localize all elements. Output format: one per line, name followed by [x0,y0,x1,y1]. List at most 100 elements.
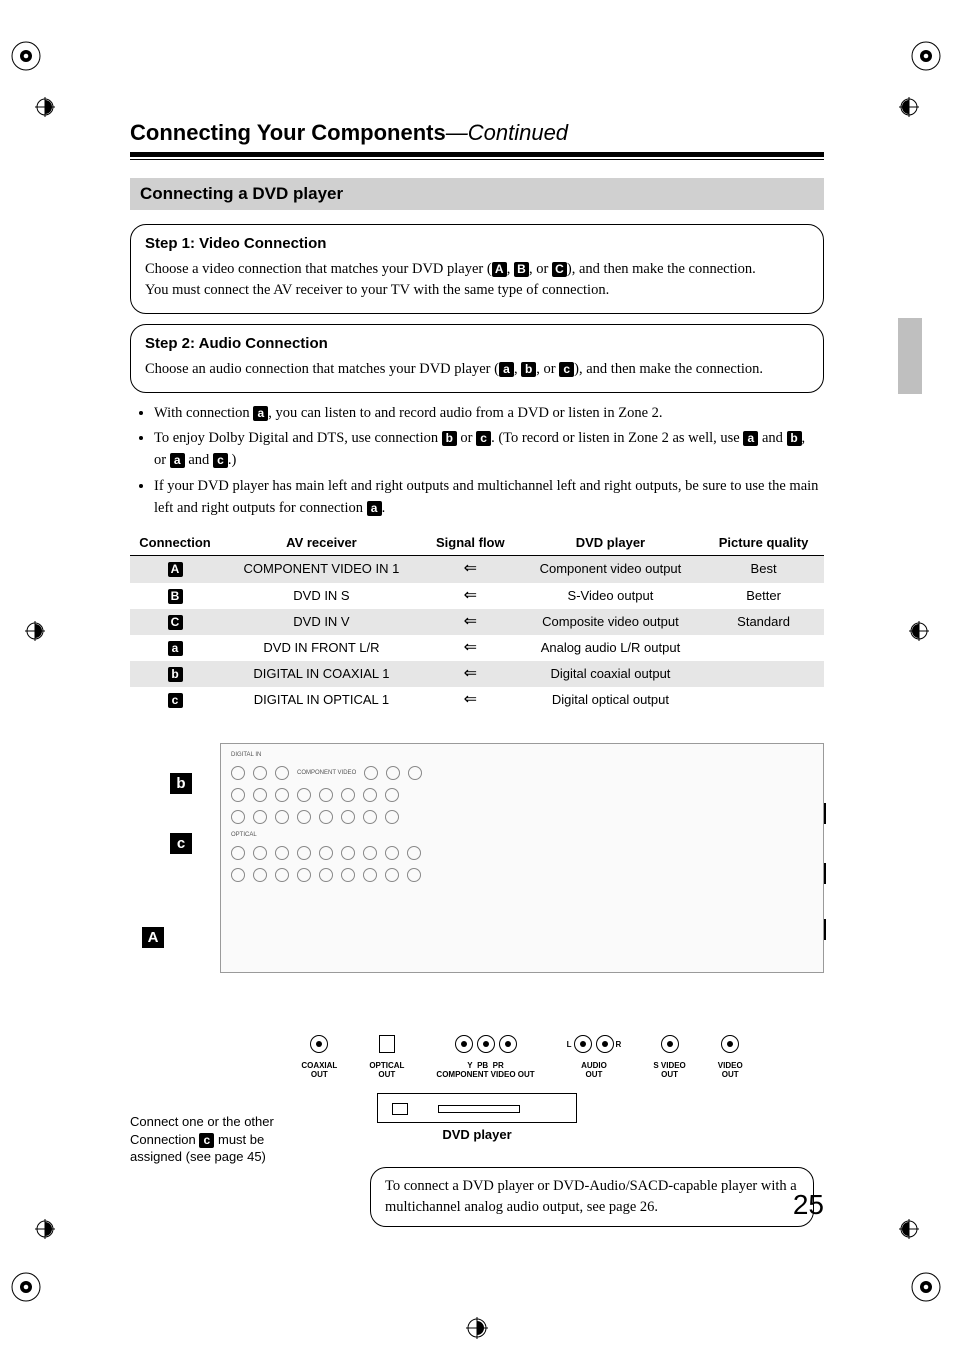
tag-b: b [787,431,802,446]
tag-c: c [168,693,183,708]
tag-B: B [514,262,529,277]
step2-body: Choose an audio connection that matches … [145,359,809,380]
cell-quality: Best [703,556,824,583]
cell-player: Analog audio L/R output [518,635,703,661]
horizontal-rule [130,152,824,157]
table-row: ACOMPONENT VIDEO IN 1⇐Component video ou… [130,556,824,583]
page-number: 25 [793,1189,824,1221]
cell-receiver: DIGITAL IN COAXIAL 1 [220,661,423,687]
cell-player: Composite video output [518,609,703,635]
section-heading: Connecting a DVD player [130,178,824,210]
arrow-left-icon: ⇐ [464,588,477,604]
dvd-player-icon [377,1093,577,1123]
bottom-note-box: To connect a DVD player or DVD-Audio/SAC… [370,1167,814,1227]
bullet-list: With connection a, you can listen to and… [154,403,824,520]
connection-diagram: b c A C B a DIGITAL IN COMPONENT VIDEO O… [130,735,824,1155]
jack-audio-lr: LR AUDIOOUT [567,1035,622,1080]
th-player: DVD player [518,529,703,556]
cell-receiver: DVD IN V [220,609,423,635]
diagram-footnote: Connect one or the other Connection c mu… [130,1113,274,1166]
cell-receiver: COMPONENT VIDEO IN 1 [220,556,423,583]
horizontal-rule [130,159,824,160]
crop-mark-icon [6,36,46,76]
jack-svideo: S VIDEOOUT [653,1035,685,1080]
register-mark-icon [34,1218,56,1245]
cell-arrow: ⇐ [423,556,518,583]
register-mark-icon [34,96,56,123]
tag-c: c [213,453,228,468]
tag-c: c [476,431,491,446]
tag-c: c [559,362,574,377]
arrow-left-icon: ⇐ [464,640,477,656]
page-title-main: Connecting Your Components [130,120,446,145]
dvd-caption: DVD player [442,1127,511,1142]
page-edge-tab [898,318,922,394]
step1-line2: You must connect the AV receiver to your… [145,280,809,301]
table-header-row: Connection AV receiver Signal flow DVD p… [130,529,824,556]
dvd-output-row: COAXIALOUT OPTICALOUT Y PB PRCOMPONENT V… [220,1035,824,1080]
cell-arrow: ⇐ [423,661,518,687]
tag-A: A [492,262,507,277]
av-receiver-panel: DIGITAL IN COMPONENT VIDEO OPTICAL [220,743,824,973]
cell-player: Digital coaxial output [518,661,703,687]
crop-mark-icon [906,1267,946,1307]
table-row: b DIGITAL IN COAXIAL 1 ⇐ Digital coaxial ou… [130,661,824,687]
cell-receiver: DVD IN FRONT L/R [220,635,423,661]
diagram-label-c: c [170,833,192,854]
cell-quality: Standard [703,609,824,635]
tag-c: c [199,1133,214,1148]
tag-a: a [253,406,268,421]
cell-receiver: DVD IN S [220,583,423,609]
cell-arrow: ⇐ [423,609,518,635]
cell-quality: Better [703,583,824,609]
bullet-item: If your DVD player has main left and rig… [154,476,824,520]
table-row: cDIGITAL IN OPTICAL 1⇐Digital optical ou… [130,687,824,713]
step2-title: Step 2: Audio Connection [145,333,809,355]
th-flow: Signal flow [423,529,518,556]
table-row: a DVD IN FRONT L/R ⇐ Analog audio L/R outpu… [130,635,824,661]
arrow-left-icon: ⇐ [464,614,477,630]
cell-player: S-Video output [518,583,703,609]
th-receiver: AV receiver [220,529,423,556]
arrow-left-icon: ⇐ [464,561,477,577]
cell-arrow: ⇐ [423,635,518,661]
bullet-item: To enjoy Dolby Digital and DTS, use conn… [154,428,824,472]
step2-box: Step 2: Audio Connection Choose an audio… [130,324,824,393]
tag-a: a [499,362,514,377]
tag-a: a [168,641,183,656]
tag-b: b [168,667,183,682]
diagram-label-A: A [142,927,164,948]
cell-quality [703,661,824,687]
crop-mark-icon [906,36,946,76]
register-mark-icon [898,1218,920,1245]
table-row: C DVD IN V ⇐ Composite video outputStandard [130,609,824,635]
th-connection: Connection [130,529,220,556]
tag-C: C [552,262,567,277]
arrow-left-icon: ⇐ [464,692,477,708]
jack-optical: OPTICALOUT [369,1035,404,1080]
arrow-left-icon: ⇐ [464,666,477,682]
cell-quality [703,687,824,713]
cell-receiver: DIGITAL IN OPTICAL 1 [220,687,423,713]
tag-C: C [168,615,183,630]
table-row: B DVD IN S ⇐ S-Video outputBetter [130,583,824,609]
cell-player: Component video output [518,556,703,583]
page-title-continued: —Continued [446,120,568,145]
cell-quality [703,635,824,661]
crop-mark-icon [464,1315,490,1341]
jack-component: Y PB PRCOMPONENT VIDEO OUT [436,1035,534,1080]
step1-box: Step 1: Video Connection Choose a video … [130,224,824,314]
register-mark-icon [24,620,46,647]
cell-arrow: ⇐ [423,583,518,609]
tag-a: a [743,431,758,446]
connection-table: Connection AV receiver Signal flow DVD p… [130,529,824,713]
register-mark-icon [908,620,930,647]
jack-coaxial: COAXIALOUT [301,1035,337,1080]
tag-a: a [367,501,382,516]
step1-title: Step 1: Video Connection [145,233,809,255]
diagram-label-b: b [170,773,192,794]
cell-arrow: ⇐ [423,687,518,713]
th-quality: Picture quality [703,529,824,556]
tag-a: a [170,453,185,468]
tag-B: B [168,589,183,604]
